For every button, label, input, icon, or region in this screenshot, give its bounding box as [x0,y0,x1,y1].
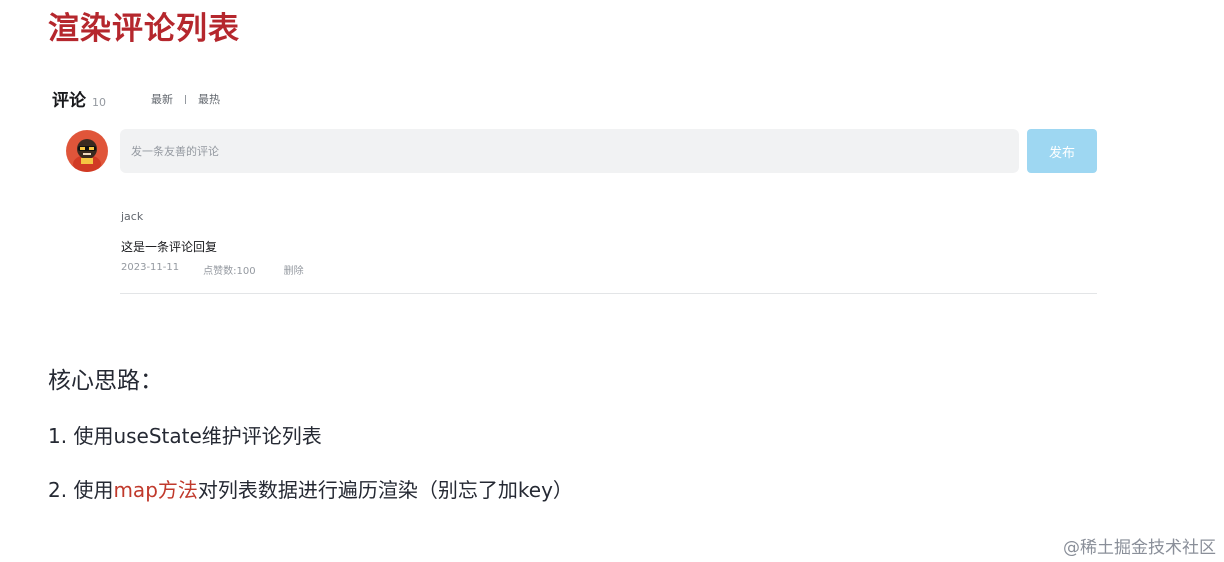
watermark: @稀土掘金技术社区 [1063,538,1216,558]
comment-title: 评论 [52,91,86,111]
page-title: 渲染评论列表 [48,11,240,47]
notes-heading: 核心思路： [48,368,163,394]
sort-tab-newest[interactable]: 最新 [151,91,173,107]
avatar-image [66,130,108,172]
note-item-2-highlight: map方法 [113,478,198,502]
reply-username: jack [121,210,144,223]
sort-tabs: 最新 最热 [151,91,220,107]
comment-input[interactable] [120,129,1019,173]
sort-tab-hottest[interactable]: 最热 [198,91,220,107]
comment-header: 评论 10 [52,86,106,111]
user-avatar [66,130,108,172]
comment-count: 10 [92,96,106,109]
note-item-1: 1. 使用useState维护评论列表 [48,424,322,448]
note-item-2: 2. 使用map方法对列表数据进行遍历渲染（别忘了加key） [48,474,573,503]
note-item-2-suffix: 对列表数据进行遍历渲染（别忘了加key） [197,478,573,502]
reply-avatar [64,205,106,247]
reply-meta: 2023-11-11 点赞数:100 删除 [121,262,304,277]
sort-tab-divider [185,94,186,104]
reply-date: 2023-11-11 [121,262,180,273]
note-item-2-prefix: 2. 使用 [48,478,114,502]
reply-likes: 点赞数:100 [203,266,256,277]
delete-button[interactable]: 删除 [284,262,304,277]
reply-content: 这是一条评论回复 [121,240,218,254]
reply-divider [120,293,1097,294]
publish-button[interactable]: 发布 [1027,129,1097,173]
